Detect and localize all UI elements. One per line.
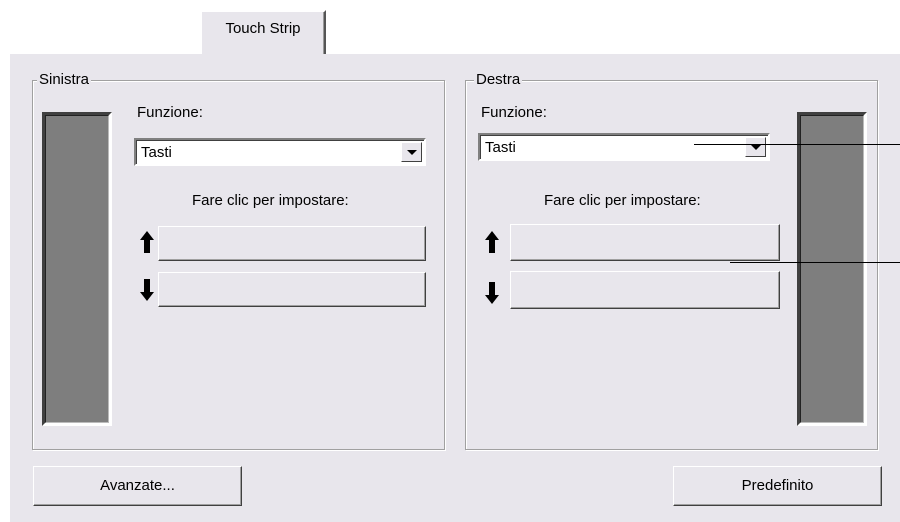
right-function-value: Tasti — [485, 139, 516, 156]
tab-label: Touch Strip — [225, 20, 301, 37]
right-down-key-button[interactable] — [510, 271, 780, 309]
right-up-key-button[interactable] — [510, 224, 780, 261]
advanced-button-label: Avanzate... — [100, 477, 175, 494]
group-left-legend: Sinistra — [37, 71, 92, 89]
left-function-label: Funzione: — [137, 104, 203, 121]
group-right-legend: Destra — [474, 71, 523, 89]
default-button-label: Predefinito — [741, 477, 814, 494]
arrow-down-icon — [140, 279, 154, 301]
right-function-select[interactable]: Tasti — [478, 133, 770, 161]
left-up-key-button[interactable] — [158, 226, 426, 261]
arrow-up-icon — [140, 231, 154, 253]
advanced-button[interactable]: Avanzate... — [33, 466, 242, 506]
callout-line-function — [694, 144, 900, 145]
chevron-down-icon[interactable] — [745, 137, 766, 157]
touch-strip-left — [42, 112, 112, 426]
right-click-label: Fare clic per impostare: — [544, 192, 701, 209]
right-function-label: Funzione: — [481, 104, 547, 121]
left-down-key-button[interactable] — [158, 272, 426, 307]
touch-strip-right — [797, 112, 867, 426]
left-function-select[interactable]: Tasti — [134, 138, 426, 166]
left-click-label: Fare clic per impostare: — [192, 192, 349, 209]
callout-line-keys — [730, 262, 900, 263]
tab-touch-strip[interactable]: Touch Strip — [200, 10, 326, 54]
left-function-value: Tasti — [141, 144, 172, 161]
arrow-up-icon — [485, 231, 499, 253]
default-button[interactable]: Predefinito — [673, 466, 882, 506]
arrow-down-icon — [485, 282, 499, 304]
chevron-down-icon[interactable] — [401, 142, 422, 162]
